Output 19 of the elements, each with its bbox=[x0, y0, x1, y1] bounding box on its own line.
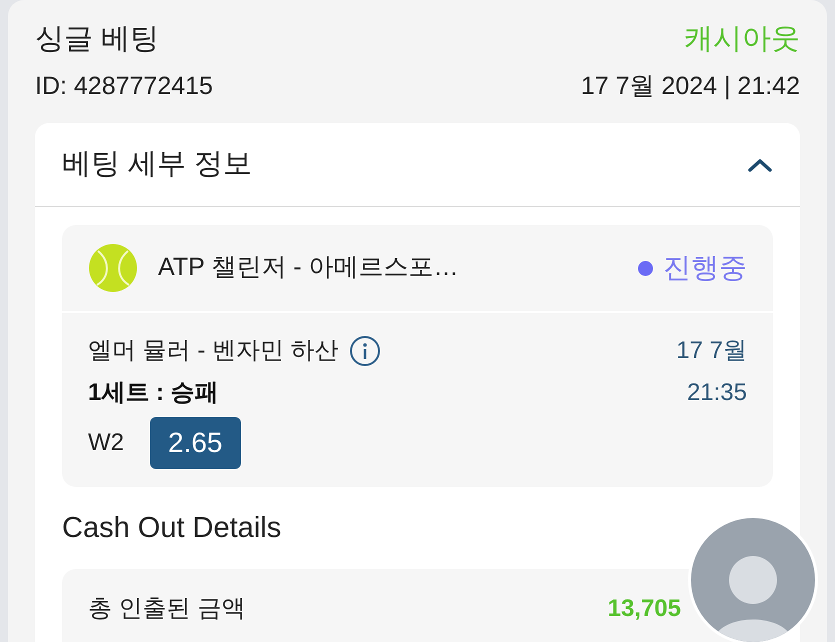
outcome-label: W2 bbox=[88, 428, 124, 458]
info-icon[interactable] bbox=[348, 335, 381, 367]
bet-id: ID: 4287772415 bbox=[35, 70, 213, 102]
tennis-ball-icon bbox=[88, 243, 138, 293]
odds-badge: 2.65 bbox=[150, 417, 240, 469]
market-name: 1세트 : 승패 bbox=[88, 378, 220, 408]
row-label: 총 인출된 금액 bbox=[88, 594, 246, 624]
section-title: 베팅 세부 정보 bbox=[62, 146, 252, 182]
chevron-icon[interactable] bbox=[747, 156, 773, 172]
section-title: Cash Out Details bbox=[62, 512, 282, 544]
tournament-name: ATP 챌린저 - 아메르스포… bbox=[158, 252, 458, 284]
match-name: 엘머 뮬러 - 벤자민 하산 bbox=[88, 336, 339, 366]
bet-status: 캐시아웃 bbox=[684, 22, 800, 57]
bet-type: 싱글 베팅 bbox=[35, 22, 160, 57]
bet-datetime: 17 7월 2024 | 21:42 bbox=[580, 70, 800, 102]
match-time: 21:35 bbox=[686, 378, 747, 408]
match-date: 17 7월 bbox=[676, 336, 747, 366]
row-value: 13,705 bbox=[608, 594, 681, 624]
live-status: 진행중 bbox=[663, 251, 747, 285]
